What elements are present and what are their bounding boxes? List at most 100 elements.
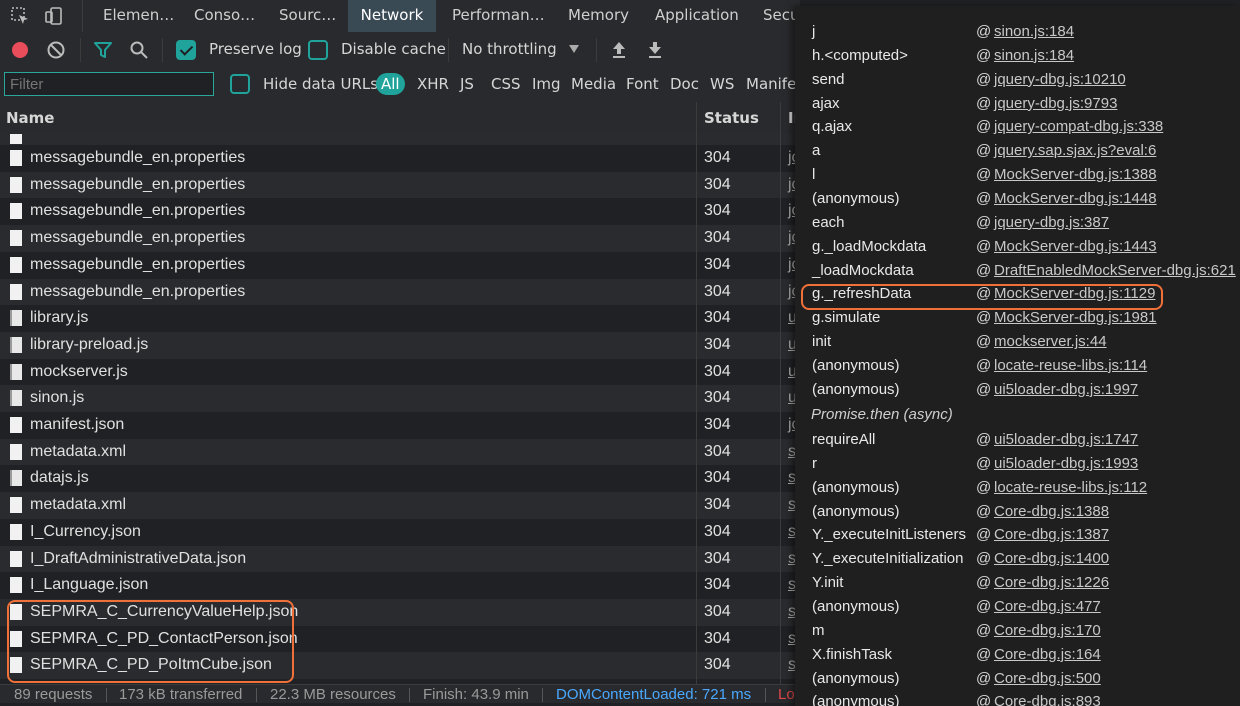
request-row[interactable]: library.js 304 u <box>0 305 800 332</box>
request-name[interactable]: messagebundle_en.properties <box>30 145 245 171</box>
import-har-icon[interactable] <box>610 40 628 60</box>
request-row[interactable]: I_DraftAdministrativeData.json 304 s <box>0 545 800 573</box>
record-icon[interactable] <box>10 40 30 60</box>
frame-source-link[interactable]: MockServer-dbg.js:1443 <box>994 235 1157 259</box>
request-row[interactable]: messagebundle_en.properties 304 jc <box>0 252 800 279</box>
request-name[interactable]: manifest.json <box>30 412 124 438</box>
frame-source-link[interactable]: jquery.sap.sjax.js?eval:6 <box>994 139 1156 163</box>
frame-source-link[interactable]: MockServer-dbg.js:1388 <box>994 163 1157 187</box>
request-row[interactable]: messagebundle_en.properties 304 jc <box>0 145 800 172</box>
request-row[interactable]: mockserver.js 304 u <box>0 359 800 386</box>
request-row[interactable]: library-preload.js 304 u <box>0 331 800 359</box>
request-row[interactable]: I_Language.json 304 s <box>0 572 800 599</box>
throttling-select[interactable]: No throttling <box>462 40 557 58</box>
dropdown-arrow-icon[interactable] <box>568 44 580 54</box>
filter-type-xhr[interactable]: XHR <box>417 75 449 93</box>
request-row[interactable]: metadata.xml 304 s <box>0 492 800 519</box>
request-row[interactable]: messagebundle_en.properties 304 jc <box>0 278 800 306</box>
frame-source-link[interactable]: ui5loader-dbg.js:1993 <box>994 452 1138 476</box>
frame-source-link[interactable]: Core-dbg.js:1400 <box>994 547 1109 571</box>
request-name[interactable]: messagebundle_en.properties <box>30 172 245 198</box>
frame-source-link[interactable]: jquery-dbg.js:9793 <box>994 92 1117 116</box>
frame-source-link[interactable]: Core-dbg.js:1387 <box>994 523 1109 547</box>
request-name[interactable]: library-preload.js <box>30 332 148 358</box>
inspect-element-icon[interactable] <box>10 6 30 26</box>
filter-icon[interactable] <box>93 40 113 60</box>
frame-source-link[interactable]: Core-dbg.js:164 <box>994 643 1101 667</box>
request-row[interactable]: sinon.js 304 u <box>0 385 800 412</box>
frame-function-name: j <box>812 23 816 40</box>
request-name[interactable]: messagebundle_en.properties <box>30 198 245 224</box>
filter-type-font[interactable]: Font <box>626 75 659 93</box>
request-name[interactable]: library.js <box>30 305 88 331</box>
request-row[interactable]: metadata.xml 304 s <box>0 438 800 466</box>
frame-source-link[interactable]: DraftEnabledMockServer-dbg.js:621 <box>994 259 1236 283</box>
column-header-status[interactable]: Status <box>704 109 759 127</box>
frame-source-link[interactable]: mockserver.js:44 <box>994 330 1107 354</box>
device-toolbar-icon[interactable] <box>44 6 64 26</box>
column-divider[interactable] <box>780 102 781 134</box>
frame-source-link[interactable]: Core-dbg.js:170 <box>994 619 1101 643</box>
request-name[interactable]: I_DraftAdministrativeData.json <box>30 546 246 572</box>
request-name[interactable]: messagebundle_en.properties <box>30 279 245 305</box>
frame-source-link[interactable]: MockServer-dbg.js:1448 <box>994 187 1157 211</box>
filter-type-manifest[interactable]: Manife <box>746 75 796 93</box>
tab-sources[interactable]: Sourc… <box>279 0 336 32</box>
script-file-icon <box>10 470 22 487</box>
tab-elements[interactable]: Elemen… <box>103 0 174 32</box>
frame-source-link[interactable]: ui5loader-dbg.js:1997 <box>994 378 1138 402</box>
filter-type-doc[interactable]: Doc <box>670 75 699 93</box>
export-har-icon[interactable] <box>646 40 664 60</box>
frame-source-link[interactable]: Core-dbg.js:893 <box>994 690 1101 706</box>
disable-cache-checkbox[interactable] <box>308 40 328 60</box>
preserve-log-checkbox[interactable] <box>176 40 196 60</box>
column-header-name[interactable]: Name <box>6 109 54 127</box>
frame-source-link[interactable]: ui5loader-dbg.js:1747 <box>994 428 1138 452</box>
frame-source-link[interactable]: sinon.js:184 <box>994 44 1074 68</box>
request-row[interactable]: messagebundle_en.properties 304 jc <box>0 171 800 199</box>
frame-source-link[interactable]: Core-dbg.js:1226 <box>994 571 1109 595</box>
frame-source-link[interactable]: jquery-compat-dbg.js:338 <box>994 115 1163 139</box>
filter-type-ws[interactable]: WS <box>710 75 734 93</box>
frame-source-link[interactable]: sinon.js:184 <box>994 20 1074 44</box>
request-row-partial[interactable] <box>0 134 800 145</box>
filter-type-media[interactable]: Media <box>571 75 616 93</box>
request-name[interactable]: mockserver.js <box>30 359 128 385</box>
request-name[interactable]: messagebundle_en.properties <box>30 252 245 278</box>
request-name[interactable]: messagebundle_en.properties <box>30 225 245 251</box>
filter-type-img[interactable]: Img <box>532 75 561 93</box>
request-row[interactable]: messagebundle_en.properties 304 jc <box>0 225 800 252</box>
at-sign: @ <box>976 478 992 496</box>
request-name[interactable]: metadata.xml <box>30 492 126 518</box>
filter-input[interactable] <box>4 72 214 96</box>
request-name[interactable]: I_Currency.json <box>30 519 141 545</box>
frame-source-link[interactable]: jquery-dbg.js:387 <box>994 211 1109 235</box>
request-name[interactable]: metadata.xml <box>30 439 126 465</box>
request-row[interactable]: messagebundle_en.properties 304 jc <box>0 198 800 225</box>
frame-source-link[interactable]: jquery-dbg.js:10210 <box>994 68 1126 92</box>
filter-type-css[interactable]: CSS <box>491 75 521 93</box>
filter-type-all[interactable]: All <box>376 73 405 95</box>
frame-source-link[interactable]: Core-dbg.js:1388 <box>994 500 1109 524</box>
frame-source-link[interactable]: locate-reuse-libs.js:112 <box>994 476 1147 500</box>
frame-source-link[interactable]: locate-reuse-libs.js:114 <box>994 354 1147 378</box>
tab-console[interactable]: Conso… <box>194 0 255 32</box>
clear-icon[interactable] <box>46 40 66 60</box>
frame-source-link[interactable]: Core-dbg.js:477 <box>994 595 1101 619</box>
tab-performance[interactable]: Performan… <box>452 0 545 32</box>
request-row[interactable]: I_Currency.json 304 s <box>0 519 800 546</box>
tab-application[interactable]: Application <box>655 0 739 32</box>
at-sign: @ <box>976 669 992 687</box>
tab-network[interactable]: Network <box>348 0 436 34</box>
request-row[interactable]: datajs.js 304 s <box>0 465 800 492</box>
hide-data-urls-checkbox[interactable] <box>230 74 250 94</box>
frame-source-link[interactable]: Core-dbg.js:500 <box>994 667 1101 691</box>
column-divider[interactable] <box>696 102 697 134</box>
request-name[interactable]: datajs.js <box>30 465 89 491</box>
filter-type-js[interactable]: JS <box>460 75 474 93</box>
request-row[interactable]: manifest.json 304 jc <box>0 412 800 439</box>
search-icon[interactable] <box>129 40 149 60</box>
tab-memory[interactable]: Memory <box>568 0 629 32</box>
request-name[interactable]: I_Language.json <box>30 572 148 598</box>
request-name[interactable]: sinon.js <box>30 385 84 411</box>
